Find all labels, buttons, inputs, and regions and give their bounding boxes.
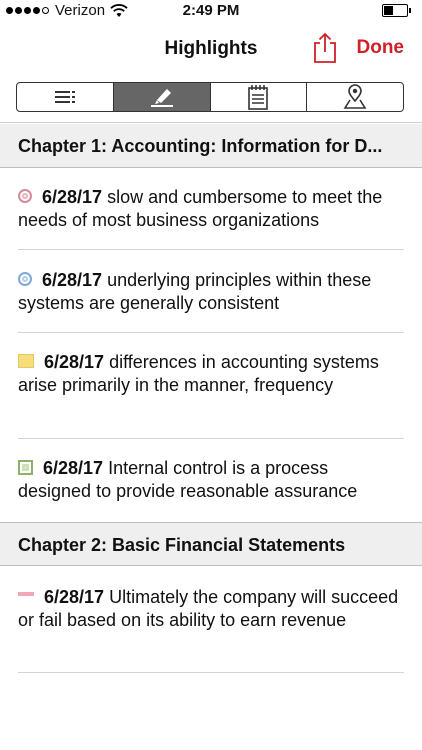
green-square-highlight-icon [18, 459, 33, 475]
highlighter-icon [150, 89, 173, 107]
chapter-header: Chapter 2: Basic Financial Statements [0, 522, 422, 566]
battery-icon [382, 4, 411, 17]
segment-list[interactable] [17, 83, 114, 111]
entry-date: 6/28/17 [42, 270, 103, 290]
segment-highlights[interactable] [113, 83, 211, 111]
divider [0, 122, 422, 123]
highlight-entry[interactable]: 6/28/17 Ultimately the company will succ… [18, 586, 404, 632]
status-time: 2:49 PM [182, 2, 240, 19]
chapter-title: Chapter 1: Accounting: Information for D… [18, 136, 383, 156]
segment-notes[interactable] [211, 83, 308, 111]
list-icon [54, 91, 75, 103]
chapter-title: Chapter 2: Basic Financial Statements [18, 535, 346, 555]
view-mode-segmented-control [16, 82, 404, 112]
chapter-header: Chapter 1: Accounting: Information for D… [0, 124, 422, 168]
entry-date: 6/28/17 [44, 587, 105, 607]
done-button[interactable]: Done [357, 37, 405, 59]
entry-separator [18, 438, 404, 439]
navigation-bar: Highlights Done [0, 22, 422, 72]
highlight-entry[interactable]: 6/28/17 slow and cumbersome to meet the … [18, 186, 404, 232]
notepad-icon [248, 85, 269, 110]
red-circle-highlight-icon [18, 189, 32, 204]
highlight-entry[interactable]: 6/28/17 underlying principles within the… [18, 269, 404, 315]
entry-date: 6/28/17 [44, 352, 105, 372]
entry-date: 6/28/17 [42, 187, 103, 207]
share-icon [314, 32, 336, 63]
entry-separator [18, 672, 404, 673]
pink-underline-highlight-icon [18, 592, 34, 597]
status-bar: Verizon 2:49 PM [0, 0, 422, 22]
entry-date: 6/28/17 [43, 458, 104, 478]
location-pin-icon [343, 84, 367, 109]
entry-separator [18, 332, 404, 333]
highlight-entry[interactable]: 6/28/17 differences in accounting system… [18, 351, 404, 397]
highlight-entry[interactable]: 6/28/17 Internal control is a process de… [18, 457, 404, 503]
entry-separator [18, 249, 404, 250]
share-button[interactable] [311, 32, 339, 64]
segment-places[interactable] [307, 83, 403, 111]
yellow-square-highlight-icon [18, 354, 34, 369]
blue-circle-highlight-icon [18, 272, 32, 287]
